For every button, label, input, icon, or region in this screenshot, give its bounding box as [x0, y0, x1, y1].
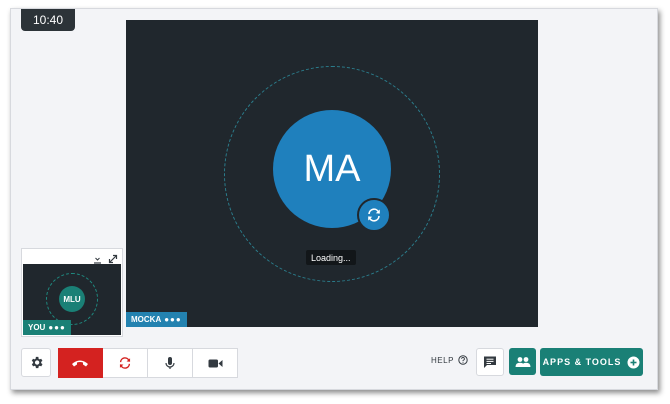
microphone-icon	[165, 357, 175, 369]
main-video-tile: MA Loading... MOCKA ●●●	[126, 20, 538, 327]
call-controls	[58, 348, 238, 378]
help-label: HELP	[431, 355, 454, 365]
self-video: MLU YOU ●●●	[23, 264, 121, 335]
sync-icon	[357, 198, 391, 232]
video-camera-icon	[208, 359, 222, 367]
status-dots-icon: ●●●	[164, 315, 182, 324]
apps-tools-label: APPS & TOOLS	[542, 357, 622, 367]
question-circle-icon	[458, 355, 468, 365]
participants-button[interactable]	[509, 348, 536, 375]
self-avatar: MLU	[59, 286, 85, 312]
loading-label: Loading...	[306, 250, 356, 265]
participant-name-tag: MOCKA ●●●	[126, 312, 187, 327]
switch-camera-button[interactable]	[103, 348, 148, 378]
hangup-button[interactable]	[58, 348, 103, 378]
chat-button[interactable]	[476, 348, 504, 376]
camera-button[interactable]	[193, 348, 238, 378]
video-call-window: 10:40 MA Loading... MOCKA ●●● MLU YOU ●●…	[10, 8, 658, 390]
phone-hangup-icon	[72, 360, 88, 367]
self-name-tag: YOU ●●●	[23, 320, 71, 335]
refresh-icon	[119, 357, 131, 369]
call-timer: 10:40	[21, 9, 75, 31]
self-view-tile: MLU YOU ●●●	[21, 248, 123, 337]
people-icon	[515, 356, 530, 367]
self-status-dots-icon: ●●●	[48, 323, 66, 332]
help-link[interactable]: HELP	[431, 355, 468, 365]
plus-circle-icon	[627, 356, 640, 368]
participant-name: MOCKA	[131, 315, 162, 324]
gear-icon	[31, 356, 42, 369]
microphone-button[interactable]	[148, 348, 193, 378]
apps-tools-button[interactable]: APPS & TOOLS	[540, 348, 643, 376]
settings-button[interactable]	[21, 348, 51, 377]
chat-icon	[484, 356, 496, 368]
self-name: YOU	[28, 323, 46, 332]
